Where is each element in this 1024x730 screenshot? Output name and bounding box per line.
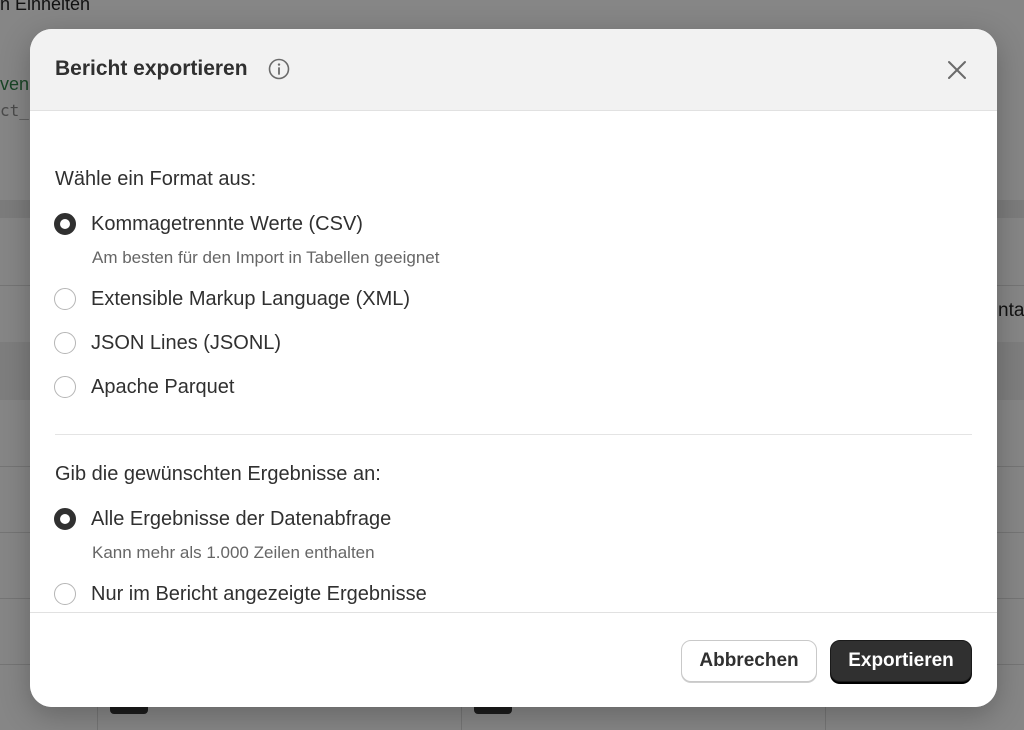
radio-checked-icon[interactable] <box>54 508 76 530</box>
format-option-parquet[interactable]: Apache Parquet <box>54 372 234 402</box>
radio-help-text: Am besten für den Import in Tabellen gee… <box>92 248 440 267</box>
radio-unchecked-icon[interactable] <box>54 583 76 605</box>
dialog-footer: Abbrechen Exportieren <box>30 612 997 707</box>
radio-label: Apache Parquet <box>91 375 235 398</box>
format-section-label: Wähle ein Format aus: <box>55 168 257 190</box>
results-section-label: Gib die gewünschten Ergebnisse an: <box>55 463 381 485</box>
cancel-button[interactable]: Abbrechen <box>681 640 817 682</box>
format-option-csv[interactable]: Kommagetrennte Werte (CSV) <box>54 209 363 239</box>
dialog-title: Bericht exportieren <box>55 57 248 80</box>
radio-label: Alle Ergebnisse der Datenabfrage <box>91 507 392 530</box>
format-option-xml[interactable]: Extensible Markup Language (XML) <box>54 284 410 314</box>
radio-label: Kommagetrennte Werte (CSV) <box>91 212 363 235</box>
close-icon <box>948 61 966 79</box>
results-option-all[interactable]: Alle Ergebnisse der Datenabfrage <box>54 504 391 534</box>
radio-unchecked-icon[interactable] <box>54 288 76 310</box>
dialog-header: Bericht exportieren <box>30 29 997 111</box>
format-option-jsonl[interactable]: JSON Lines (JSONL) <box>54 328 281 358</box>
export-button[interactable]: Exportieren <box>830 640 972 682</box>
radio-help-text: Kann mehr als 1.000 Zeilen enthalten <box>92 543 375 562</box>
export-report-dialog: Bericht exportieren Wähle ein Format aus… <box>30 29 997 707</box>
radio-label: Extensible Markup Language (XML) <box>91 287 411 310</box>
radio-label: Nur im Bericht angezeigte Ergebnisse <box>91 582 427 605</box>
results-option-shown[interactable]: Nur im Bericht angezeigte Ergebnisse <box>54 579 427 609</box>
close-button[interactable] <box>940 53 974 87</box>
info-icon[interactable] <box>268 58 290 80</box>
section-divider <box>55 434 972 435</box>
radio-unchecked-icon[interactable] <box>54 376 76 398</box>
radio-checked-icon[interactable] <box>54 213 76 235</box>
radio-label: JSON Lines (JSONL) <box>91 331 282 354</box>
radio-unchecked-icon[interactable] <box>54 332 76 354</box>
